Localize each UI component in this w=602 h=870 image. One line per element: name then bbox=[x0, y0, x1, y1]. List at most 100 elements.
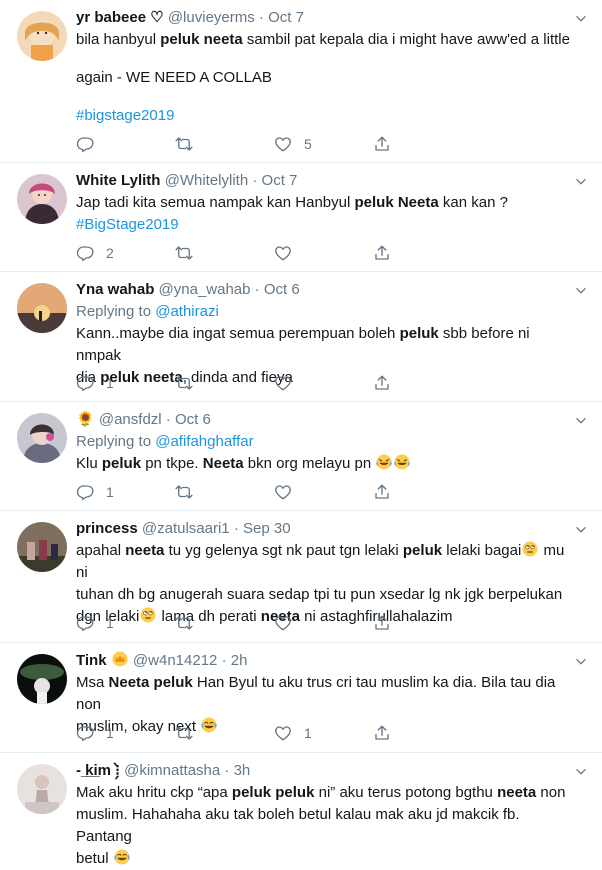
tweet[interactable]: 🌻 @ansfdzl · Oct 6 Replying to @afifahgh… bbox=[0, 402, 602, 511]
hashtag-link[interactable]: #BigStage2019 bbox=[76, 216, 179, 233]
chevron-down-icon[interactable] bbox=[574, 12, 588, 26]
tweet-text: bila hanbyul peluk neeta sambil pat kepa… bbox=[76, 29, 572, 51]
tweet[interactable]: - ̲k̲i̲m ⁝̗̀ @kimnattasha · 3h Mak aku h… bbox=[0, 753, 602, 867]
chevron-down-icon[interactable] bbox=[574, 655, 588, 669]
hashtag-link[interactable]: #bigstage2019 bbox=[76, 107, 174, 124]
timestamp[interactable]: Oct 7 bbox=[268, 9, 304, 26]
share-icon bbox=[373, 374, 391, 392]
display-name[interactable]: - ̲k̲i̲m ⁝̗̀ bbox=[76, 762, 120, 779]
like-button[interactable]: 5 bbox=[274, 133, 312, 155]
timestamp[interactable]: Oct 6 bbox=[175, 411, 211, 428]
handle[interactable]: @w4n14212 bbox=[133, 652, 217, 669]
handle[interactable]: @zatulsaari1 bbox=[142, 520, 230, 537]
tweet[interactable]: Tink @w4n14212 · 2h Msa Neeta peluk Han … bbox=[0, 643, 602, 753]
handle[interactable]: @yna_wahab bbox=[159, 281, 251, 298]
keyword: peluk bbox=[402, 542, 443, 559]
retweet-button[interactable] bbox=[175, 722, 193, 744]
retweet-button[interactable] bbox=[175, 372, 193, 394]
retweet-button[interactable] bbox=[175, 612, 193, 634]
separator-dot: · bbox=[258, 9, 264, 26]
timestamp[interactable]: Oct 6 bbox=[264, 281, 300, 298]
like-count: 5 bbox=[304, 136, 312, 152]
like-button[interactable] bbox=[274, 612, 304, 634]
reply-icon bbox=[76, 614, 94, 632]
replying-label: Replying to bbox=[76, 433, 152, 450]
rofl-emoji-icon bbox=[375, 453, 393, 471]
like-button[interactable]: 1 bbox=[274, 722, 312, 744]
mention-link[interactable]: @athirazi bbox=[155, 303, 219, 320]
avatar[interactable] bbox=[17, 654, 67, 704]
retweet-button[interactable] bbox=[175, 133, 193, 155]
text: pn tkpe. bbox=[141, 455, 203, 472]
retweet-icon bbox=[175, 135, 193, 153]
reply-button[interactable]: 2 bbox=[76, 242, 114, 264]
heart-icon bbox=[274, 724, 292, 742]
retweet-button[interactable] bbox=[175, 481, 193, 503]
display-name[interactable]: Tink bbox=[76, 652, 107, 669]
avatar[interactable] bbox=[17, 283, 67, 333]
tweet-header: White Lylith @Whitelylith · Oct 7 bbox=[76, 170, 572, 192]
tweet[interactable]: yr babeee ♡ @luvieyerms · Oct 7 bila han… bbox=[0, 0, 602, 163]
avatar[interactable] bbox=[17, 764, 67, 814]
timestamp[interactable]: Oct 7 bbox=[262, 172, 298, 189]
like-button[interactable] bbox=[274, 372, 304, 394]
replying-to: Replying to @afifahghaffar bbox=[76, 431, 572, 453]
chevron-down-icon[interactable] bbox=[574, 765, 588, 779]
keyword: neeta bbox=[497, 784, 537, 801]
like-button[interactable] bbox=[274, 481, 304, 503]
tweet[interactable]: princess @zatulsaari1 · Sep 30 apahal ne… bbox=[0, 511, 602, 643]
text: non bbox=[536, 784, 566, 801]
chevron-down-icon[interactable] bbox=[574, 414, 588, 428]
timestamp[interactable]: 3h bbox=[234, 762, 251, 779]
share-button[interactable] bbox=[373, 242, 391, 264]
tweet-actions: 1 bbox=[76, 481, 436, 503]
share-icon bbox=[373, 724, 391, 742]
separator-dot: · bbox=[252, 172, 258, 189]
keyword: peluk Neeta bbox=[354, 194, 439, 211]
reply-button[interactable]: 1 bbox=[76, 372, 114, 394]
reply-icon bbox=[76, 374, 94, 392]
timestamp[interactable]: Sep 30 bbox=[243, 520, 291, 537]
handle[interactable]: @kimnattasha bbox=[124, 762, 220, 779]
keyword: Neeta peluk bbox=[108, 674, 193, 691]
tweet[interactable]: White Lylith @Whitelylith · Oct 7 Jap ta… bbox=[0, 163, 602, 272]
reply-button[interactable]: 1 bbox=[76, 481, 114, 503]
chevron-down-icon[interactable] bbox=[574, 523, 588, 537]
display-name[interactable]: White Lylith bbox=[76, 172, 160, 189]
handle[interactable]: @ansfdzl bbox=[99, 411, 162, 428]
handle[interactable]: @Whitelylith bbox=[165, 172, 249, 189]
reply-count: 1 bbox=[106, 725, 114, 741]
reply-count: 1 bbox=[106, 375, 114, 391]
text: bkn org melayu pn bbox=[243, 455, 376, 472]
mention-link[interactable]: @afifahghaffar bbox=[155, 433, 253, 450]
retweet-button[interactable] bbox=[175, 242, 193, 264]
display-name[interactable]: yr babeee ♡ bbox=[76, 9, 164, 26]
share-button[interactable] bbox=[373, 612, 391, 634]
separator-dot: · bbox=[254, 281, 260, 298]
reply-icon bbox=[76, 724, 94, 742]
display-name[interactable]: princess bbox=[76, 520, 138, 537]
share-button[interactable] bbox=[373, 133, 391, 155]
share-button[interactable] bbox=[373, 722, 391, 744]
handle[interactable]: @luvieyerms bbox=[168, 9, 255, 26]
chevron-down-icon[interactable] bbox=[574, 284, 588, 298]
avatar[interactable] bbox=[17, 11, 67, 61]
display-name[interactable]: 🌻 bbox=[76, 411, 95, 428]
share-button[interactable] bbox=[373, 481, 391, 503]
like-button[interactable] bbox=[274, 242, 304, 264]
display-name[interactable]: Yna wahab bbox=[76, 281, 154, 298]
tweet[interactable]: Yna wahab @yna_wahab · Oct 6 Replying to… bbox=[0, 272, 602, 402]
timestamp[interactable]: 2h bbox=[231, 652, 248, 669]
reply-button[interactable]: 1 bbox=[76, 722, 114, 744]
replying-to: Replying to @athirazi bbox=[76, 301, 572, 323]
share-button[interactable] bbox=[373, 372, 391, 394]
avatar[interactable] bbox=[17, 174, 67, 224]
avatar[interactable] bbox=[17, 522, 67, 572]
reply-button[interactable] bbox=[76, 133, 106, 155]
text: tu yg gelenya sgt nk paut tgn lelaki bbox=[164, 542, 403, 559]
separator-dot: · bbox=[221, 652, 227, 669]
reply-count: 1 bbox=[106, 484, 114, 500]
reply-button[interactable]: 1 bbox=[76, 612, 114, 634]
chevron-down-icon[interactable] bbox=[574, 175, 588, 189]
avatar[interactable] bbox=[17, 413, 67, 463]
